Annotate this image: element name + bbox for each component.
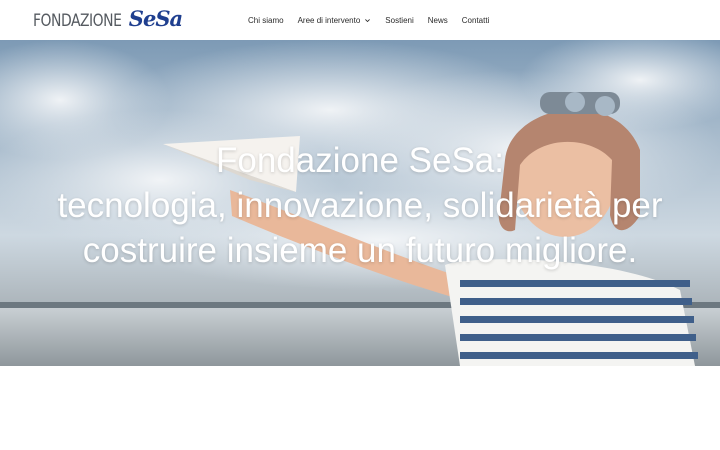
hero-banner: Fondazione SeSa: tecnologia, innovazione… [0,40,720,366]
nav-item-contatti[interactable]: Contatti [462,16,490,25]
main-nav: Chi siamo Aree di intervento Sostieni Ne… [248,0,503,40]
chevron-down-icon [365,18,371,22]
hero-title-line: Fondazione SeSa: [216,141,504,180]
hero-title: Fondazione SeSa: tecnologia, innovazione… [0,138,720,273]
hero-title-line: tecnologia, innovazione, solidarietà per [57,186,663,225]
logo[interactable]: FONDAZIONE SeSa [33,6,183,34]
nav-item-label: Chi siamo [248,15,284,25]
nav-item-aree-di-intervento[interactable]: Aree di intervento [298,16,372,25]
logo-brand: SeSa [128,6,183,31]
nav-item-label: Aree di intervento [297,15,361,25]
nav-item-sostieni[interactable]: Sostieni [385,16,413,25]
site-header: FONDAZIONE SeSa Chi siamo Aree di interv… [0,0,720,40]
nav-item-label: News [427,15,448,25]
hero-title-line: costruire insieme un futuro migliore. [82,231,638,270]
nav-item-label: Contatti [461,15,490,25]
logo-text: FONDAZIONE [33,11,122,31]
nav-item-chi-siamo[interactable]: Chi siamo [248,16,284,25]
nav-item-label: Sostieni [385,15,414,25]
nav-item-news[interactable]: News [428,16,448,25]
